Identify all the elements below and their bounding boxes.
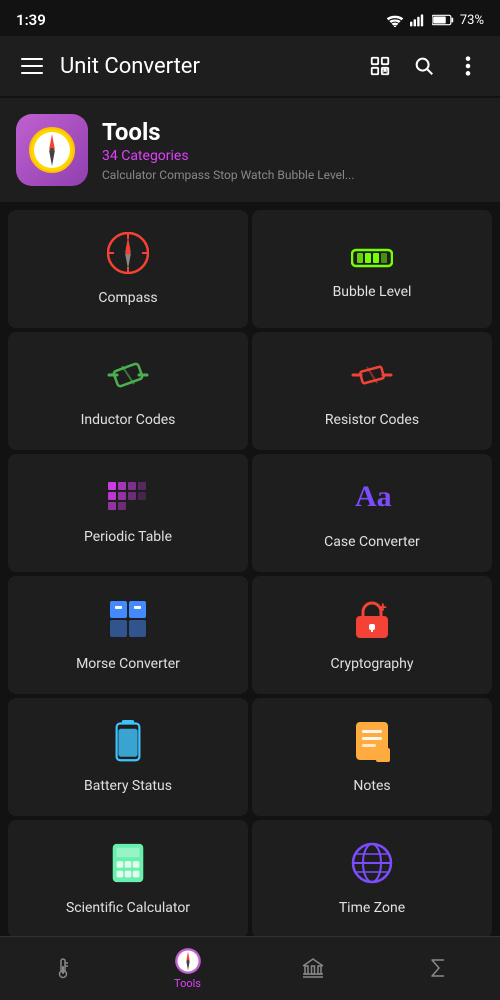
status-icons: 73%: [386, 13, 484, 28]
svg-text:+: +: [379, 600, 387, 616]
grid-item-scientific-calculator[interactable]: Scientific Calculator: [8, 820, 248, 938]
inductor-codes-icon: [107, 354, 149, 402]
grid-item-morse-converter[interactable]: Morse Converter: [8, 576, 248, 694]
inductor-codes-label: Inductor Codes: [81, 412, 176, 428]
header-text: Tools 34 Categories Calculator Compass S…: [102, 118, 354, 182]
tools-compass-icon: [174, 947, 202, 975]
grid-item-bubble-level[interactable]: Bubble Level: [252, 210, 492, 328]
case-converter-icon: Aa: [351, 476, 393, 524]
grid-item-periodic-table[interactable]: Periodic Table: [8, 454, 248, 572]
battery-icon: [432, 14, 454, 26]
nav-item-sigma[interactable]: [375, 956, 500, 982]
status-bar: 1:39 73%: [0, 0, 500, 36]
time-zone-icon: [351, 842, 393, 890]
nav-item-library[interactable]: [250, 956, 375, 982]
resistor-codes-label: Resistor Codes: [325, 412, 419, 428]
cryptography-icon: +: [353, 598, 391, 646]
bubble-level-label: Bubble Level: [333, 284, 412, 300]
battery-status-icon: [113, 720, 143, 768]
morse-converter-label: Morse Converter: [76, 656, 180, 672]
bank-icon: [301, 956, 325, 980]
thermometer-icon: [51, 956, 75, 980]
periodic-table-label: Periodic Table: [84, 529, 172, 545]
case-converter-label: Case Converter: [324, 534, 420, 550]
grid-item-case-converter[interactable]: Aa Case Converter: [252, 454, 492, 572]
nav-item-thermometer[interactable]: [0, 956, 125, 982]
grid-item-resistor-codes[interactable]: Resistor Codes: [252, 332, 492, 450]
battery-status-label: Battery Status: [84, 778, 172, 794]
battery-level: 73%: [460, 13, 484, 28]
scientific-calculator-icon: [110, 842, 146, 890]
signal-icon: [410, 13, 426, 27]
morse-converter-icon: [107, 598, 149, 646]
header-description: Calculator Compass Stop Watch Bubble Lev…: [102, 168, 354, 182]
grid-item-compass[interactable]: Compass: [8, 210, 248, 328]
app-bar-actions: [360, 46, 488, 86]
sigma-icon: [426, 956, 450, 980]
grid-item-time-zone[interactable]: Time Zone: [252, 820, 492, 938]
time-zone-label: Time Zone: [339, 900, 405, 916]
grid-item-inductor-codes[interactable]: Inductor Codes: [8, 332, 248, 450]
search-button[interactable]: [404, 46, 444, 86]
header-card: Tools 34 Categories Calculator Compass S…: [0, 98, 500, 202]
grid-item-battery-status[interactable]: Battery Status: [8, 698, 248, 816]
grid-item-notes[interactable]: Notes: [252, 698, 492, 816]
app-bar-title: Unit Converter: [52, 54, 360, 79]
compass-icon: [107, 232, 149, 280]
grid-item-cryptography[interactable]: + Cryptography: [252, 576, 492, 694]
nav-item-tools[interactable]: Tools: [125, 947, 250, 990]
nav-label-tools: Tools: [174, 977, 201, 990]
header-icon: [16, 114, 88, 186]
more-button[interactable]: [448, 46, 488, 86]
svg-text:Aa: Aa: [355, 480, 392, 513]
notes-icon: [354, 720, 390, 768]
notes-label: Notes: [353, 778, 390, 794]
header-title: Tools: [102, 118, 354, 146]
scientific-calculator-label: Scientific Calculator: [66, 900, 190, 916]
grid-star-button[interactable]: [360, 46, 400, 86]
bottom-nav: Tools: [0, 936, 500, 1000]
wifi-icon: [386, 13, 404, 27]
periodic-table-icon: [107, 481, 149, 519]
tools-grid: Compass Bubble Level Inductor Codes Resi…: [0, 206, 500, 942]
cryptography-label: Cryptography: [330, 656, 413, 672]
header-subtitle: 34 Categories: [102, 148, 354, 164]
status-time: 1:39: [16, 11, 46, 29]
resistor-codes-icon: [351, 354, 393, 402]
compass-label: Compass: [98, 290, 157, 306]
bubble-level-icon: [351, 238, 393, 274]
menu-button[interactable]: [12, 46, 52, 86]
app-bar: Unit Converter: [0, 36, 500, 96]
